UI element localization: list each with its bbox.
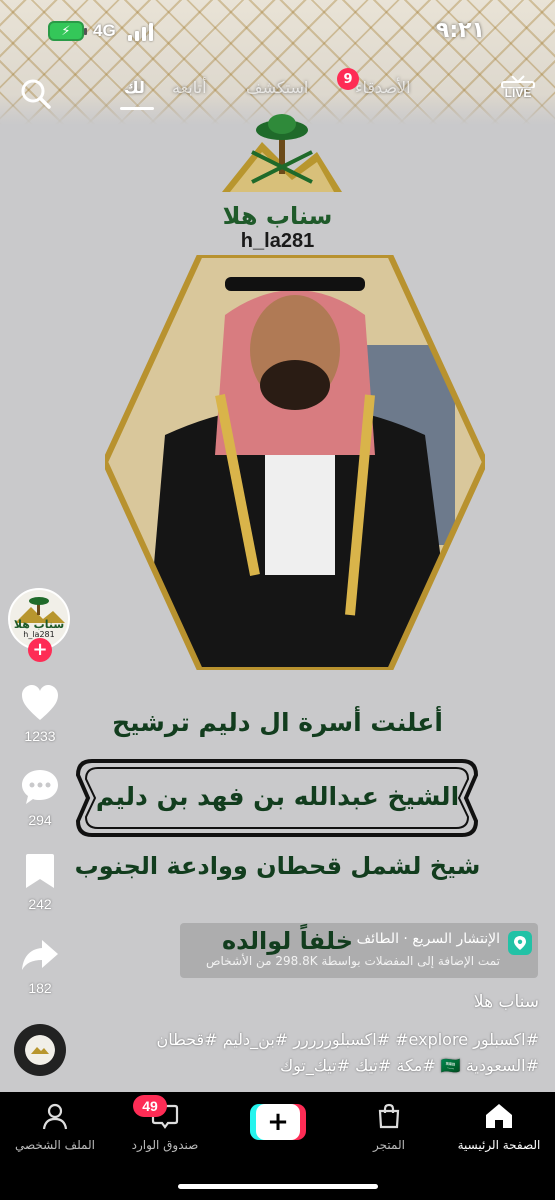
tab-following[interactable]: أتابعه (172, 78, 207, 97)
favorite-button[interactable]: 242 (14, 852, 66, 912)
palm-swords-logo (222, 114, 342, 192)
location-anchor[interactable]: الإنتشار السريع · الطائف تمت الإضافة إلى… (180, 923, 538, 978)
comment-count: 294 (28, 812, 52, 828)
network-type: 4G (93, 21, 116, 40)
home-icon (486, 1104, 512, 1128)
signal-strength-icon (128, 23, 153, 41)
headline-title: شيخ لشمل قحطان ووادعة الجنوب (74, 852, 481, 880)
nav-profile[interactable]: الملف الشخصي (0, 1102, 110, 1152)
heart-icon (22, 685, 58, 720)
comment-icon (22, 770, 58, 804)
headline-name: الشيخ عبدالله بن فهد بن دليم (95, 782, 460, 811)
create-button[interactable]: + (250, 1104, 306, 1140)
battery-charging-icon: ⚡ (48, 21, 87, 41)
like-button[interactable]: 1233 (14, 684, 66, 744)
friends-notification-badge: 9 (337, 68, 359, 90)
live-button[interactable]: LIVE (498, 74, 538, 104)
follow-button[interactable]: + (28, 638, 52, 662)
nav-home[interactable]: الصفحة الرئيسية (444, 1102, 554, 1152)
tab-explore[interactable]: استكشف (246, 78, 308, 97)
caption-author[interactable]: سناب هلا (474, 992, 539, 1012)
profile-icon (42, 1103, 68, 1130)
nav-home-label: الصفحة الرئيسية (457, 1138, 541, 1152)
caption-hashtags-line-2[interactable]: #السعودية 🇸🇦 #مكة #تيك #تيك_توك (280, 1056, 539, 1075)
nav-shop-label: المتجر (373, 1138, 405, 1152)
like-count: 1233 (24, 728, 56, 744)
brand-handle: h_la281 (240, 230, 315, 252)
active-tab-indicator (120, 107, 154, 110)
status-time: ٩:٢١ (435, 18, 485, 43)
headline-announcement: أعلنت أسرة ال دليم ترشيح (112, 708, 443, 737)
live-label: LIVE (504, 86, 532, 100)
creator-avatar-button[interactable]: سناب هلا h_la281 + (8, 588, 70, 662)
sound-logo-icon (31, 1047, 49, 1054)
sound-disc-button[interactable] (14, 1024, 66, 1076)
share-button[interactable]: 182 (14, 936, 66, 996)
tab-friends[interactable]: الأصدقاء (355, 78, 411, 97)
shopping-bag-icon (378, 1103, 400, 1129)
nav-shop[interactable]: المتجر (334, 1102, 444, 1152)
status-bar: ⚡ 4G ٩:٢١ (0, 12, 555, 52)
bookmark-icon (26, 854, 54, 888)
caption-hashtags-line-1[interactable]: #اكسبلور explore# #اكسبلوررررر #بن_دليم … (156, 1030, 539, 1049)
comment-button[interactable]: 294 (14, 768, 66, 828)
home-indicator (178, 1184, 378, 1189)
share-arrow-icon (22, 940, 58, 970)
search-icon (21, 79, 51, 109)
tab-for-you[interactable]: لك (124, 78, 145, 97)
brand-name: سناب هلا (222, 202, 333, 230)
plus-icon: + (256, 1104, 300, 1140)
location-title: الإنتشار السريع · الطائف (356, 931, 500, 947)
search-button[interactable] (18, 76, 54, 112)
favorite-count: 242 (28, 896, 52, 912)
nav-inbox-label: صندوق الوارد (131, 1138, 199, 1152)
location-subtitle: تمت الإضافة إلى المفضلات بواسطة 298.8K م… (206, 954, 500, 968)
portrait-image (105, 255, 485, 670)
location-pin-icon (508, 931, 532, 955)
share-count: 182 (28, 980, 52, 996)
inbox-badge: 49 (133, 1095, 167, 1117)
nav-profile-label: الملف الشخصي (15, 1138, 95, 1152)
